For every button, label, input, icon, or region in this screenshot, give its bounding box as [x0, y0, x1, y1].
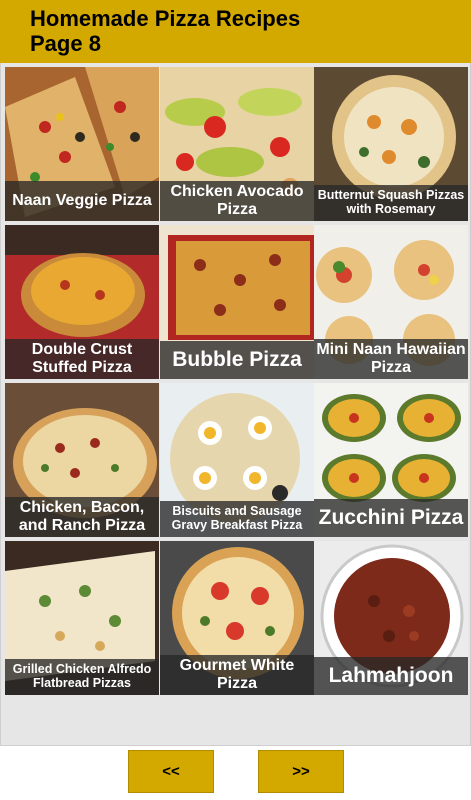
recipe-tile-butternut-squash-pizzas[interactable]: Butternut Squash Pizzas with Rosemary	[314, 67, 468, 221]
recipe-tile-bubble-pizza[interactable]: Bubble Pizza	[160, 225, 314, 379]
recipe-tile-mini-naan-hawaiian-pizza[interactable]: Mini Naan Hawaiian Pizza	[314, 225, 468, 379]
recipe-title: Naan Veggie Pizza	[5, 181, 159, 221]
recipe-tile-lahmahjoon[interactable]: Lahmahjoon	[314, 541, 468, 695]
recipe-title: Butternut Squash Pizzas with Rosemary	[314, 185, 468, 221]
app-header: Homemade Pizza Recipes Page 8	[0, 0, 471, 63]
recipe-title: Chicken Avocado Pizza	[160, 181, 314, 221]
page-number: Page 8	[30, 31, 101, 56]
recipe-tile-zucchini-pizza[interactable]: Zucchini Pizza	[314, 383, 468, 537]
next-page-button[interactable]: >>	[258, 750, 344, 793]
recipe-title: Gourmet White Pizza	[160, 655, 314, 695]
recipe-title: Zucchini Pizza	[314, 499, 468, 537]
recipe-title: Lahmahjoon	[314, 657, 468, 695]
recipe-tile-double-crust-stuffed-pizza[interactable]: Double Crust Stuffed Pizza	[5, 225, 159, 379]
page-title: Homemade Pizza Recipes	[30, 6, 301, 31]
recipe-tile-grilled-chicken-alfredo-flatbread[interactable]: Grilled Chicken Alfredo Flatbread Pizzas	[5, 541, 159, 695]
recipe-tile-chicken-bacon-ranch-pizza[interactable]: Chicken, Bacon, and Ranch Pizza	[5, 383, 159, 537]
previous-page-button[interactable]: <<	[128, 750, 214, 793]
recipe-grid: Naan Veggie Pizza Chicken Avocado Pizza …	[0, 63, 471, 746]
recipe-title: Double Crust Stuffed Pizza	[5, 339, 159, 379]
recipe-tile-gourmet-white-pizza[interactable]: Gourmet White Pizza	[160, 541, 314, 695]
recipe-title: Chicken, Bacon, and Ranch Pizza	[5, 497, 159, 537]
recipe-tile-chicken-avocado-pizza[interactable]: Chicken Avocado Pizza	[160, 67, 314, 221]
recipe-title: Grilled Chicken Alfredo Flatbread Pizzas	[5, 659, 159, 695]
recipe-title: Mini Naan Hawaiian Pizza	[314, 339, 468, 379]
recipe-title: Biscuits and Sausage Gravy Breakfast Piz…	[160, 501, 314, 537]
recipe-tile-naan-veggie-pizza[interactable]: Naan Veggie Pizza	[5, 67, 159, 221]
recipe-title: Bubble Pizza	[160, 341, 314, 379]
recipe-tile-biscuits-sausage-gravy-pizza[interactable]: Biscuits and Sausage Gravy Breakfast Piz…	[160, 383, 314, 537]
